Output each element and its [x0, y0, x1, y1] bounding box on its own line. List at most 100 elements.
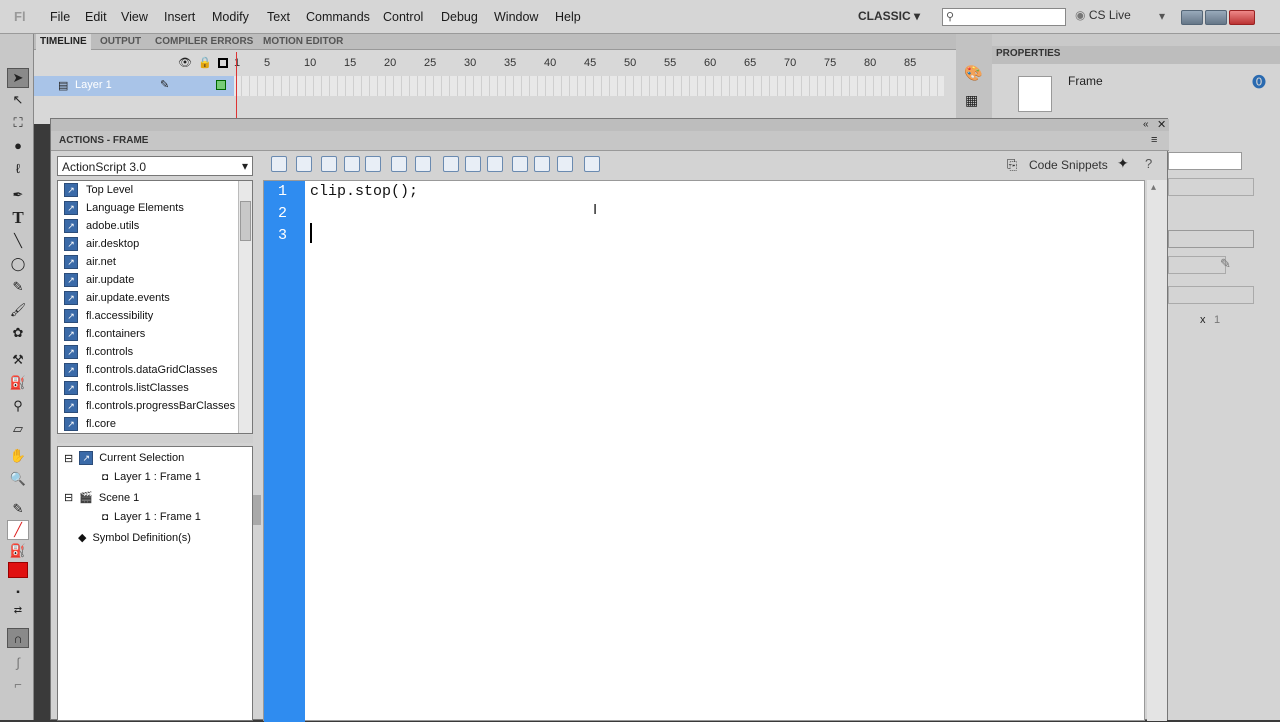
list-item[interactable]: ↗ fl.controls.progressBarClasses: [64, 397, 235, 415]
list-item[interactable]: ↗ air.update: [64, 271, 134, 289]
eyedropper-icon[interactable]: ⚲: [7, 396, 29, 416]
restore-button[interactable]: [1205, 10, 1227, 25]
tree-node-scene[interactable]: ⊟ 🎬 Scene 1: [64, 491, 139, 505]
menu-modify[interactable]: Modify: [212, 10, 249, 24]
code-snippets-button[interactable]: Code Snippets: [1029, 158, 1108, 172]
splitter-handle[interactable]: [57, 435, 253, 443]
menu-control[interactable]: Control: [383, 10, 423, 24]
list-item[interactable]: ↗ fl.accessibility: [64, 307, 153, 325]
panel-menu-icon[interactable]: ≡: [1151, 134, 1157, 146]
pen-tool-icon[interactable]: ✒: [7, 185, 29, 205]
list-item[interactable]: ↗ fl.controls: [64, 343, 133, 361]
search-input[interactable]: ⚲: [942, 8, 1066, 26]
menu-edit[interactable]: Edit: [85, 10, 107, 24]
tree-node-frame[interactable]: ◘ Layer 1 : Frame 1: [102, 511, 201, 523]
cs-live-button[interactable]: ◉ CS Live: [1075, 8, 1131, 22]
frame-name-input[interactable]: [1168, 152, 1242, 170]
bone-tool-icon[interactable]: ⚒: [7, 350, 29, 370]
swap-colors-icon[interactable]: ⇄: [7, 600, 29, 620]
tab-properties[interactable]: PROPERTIES: [996, 48, 1060, 59]
layer-row[interactable]: ▤ Layer 1 ✎: [34, 76, 234, 96]
sound-dropdown[interactable]: [1168, 230, 1254, 248]
block-comment-icon[interactable]: [512, 156, 528, 172]
debug-options-icon[interactable]: [415, 156, 431, 172]
sync-dropdown[interactable]: [1168, 286, 1254, 304]
pane-collapse-handle[interactable]: [253, 495, 261, 525]
lock-icon[interactable]: 🔒: [198, 56, 212, 69]
menu-text[interactable]: Text: [267, 10, 290, 24]
list-item[interactable]: ↗ fl.controls.dataGridClasses: [64, 361, 217, 379]
selection-tool-icon[interactable]: ➤: [7, 68, 29, 88]
stroke-color-icon[interactable]: ✎: [7, 499, 29, 519]
list-item[interactable]: ↗ adobe.utils: [64, 217, 139, 235]
add-statement-icon[interactable]: [271, 156, 287, 172]
expand-all-icon[interactable]: [487, 156, 503, 172]
fill-swatch[interactable]: [8, 562, 28, 578]
color-palette-icon[interactable]: 🎨: [964, 64, 983, 82]
straighten-icon[interactable]: ⌐: [7, 674, 29, 694]
list-item[interactable]: ↗ fl.containers: [64, 325, 145, 343]
list-item[interactable]: ↗ air.net: [64, 253, 116, 271]
code-assist-wand-icon[interactable]: ✦: [1117, 155, 1129, 172]
frame-ruler[interactable]: 1 5 10 15 20 25 30 35 40 45 50 55 60 65 …: [234, 52, 954, 74]
chevron-down-icon[interactable]: ▾: [1159, 9, 1165, 23]
tree-node-current-selection[interactable]: ⊟ ↗ Current Selection: [64, 451, 184, 465]
code-line[interactable]: clip.stop();: [310, 183, 418, 200]
frame-row[interactable]: [234, 76, 944, 96]
menu-file[interactable]: File: [50, 10, 70, 24]
list-item[interactable]: ↗ air.update.events: [64, 289, 170, 307]
x-value[interactable]: 1: [1214, 314, 1220, 326]
collapse-selection-icon[interactable]: [465, 156, 481, 172]
close-button[interactable]: [1229, 10, 1255, 25]
collapse-between-braces-icon[interactable]: [443, 156, 459, 172]
pencil-tool-icon[interactable]: ✎: [7, 277, 29, 297]
edit-pencil-icon[interactable]: ✎: [1220, 256, 1231, 272]
tab-timeline[interactable]: TIMELINE: [36, 34, 91, 50]
effect-dropdown[interactable]: [1168, 256, 1226, 274]
tree-node-frame[interactable]: ◘ Layer 1 : Frame 1: [102, 471, 201, 483]
list-item[interactable]: ↗ Top Level: [64, 181, 133, 199]
collapse-icon[interactable]: «: [1143, 119, 1149, 130]
check-syntax-icon[interactable]: [344, 156, 360, 172]
auto-format-icon[interactable]: [365, 156, 381, 172]
code-hint-icon[interactable]: [391, 156, 407, 172]
collapse-icon[interactable]: ⊟: [64, 452, 73, 465]
help-icon[interactable]: ⓿: [1252, 72, 1266, 92]
code-snippets-icon[interactable]: ⎘: [1007, 157, 1017, 173]
3d-rotation-icon[interactable]: ●: [7, 135, 29, 155]
script-editor[interactable]: 1 2 3 clip.stop(); I: [263, 180, 1145, 722]
eraser-icon[interactable]: ▱: [7, 419, 29, 439]
zoom-tool-icon[interactable]: 🔍: [7, 469, 29, 489]
deco-tool-icon[interactable]: ✿: [7, 323, 29, 343]
line-tool-icon[interactable]: ╲: [7, 231, 29, 251]
hand-tool-icon[interactable]: ✋: [7, 446, 29, 466]
free-transform-icon[interactable]: ⛶: [7, 113, 29, 133]
tab-motion-editor[interactable]: MOTION EDITOR: [263, 36, 343, 47]
collapse-icon[interactable]: ⊟: [64, 491, 73, 504]
text-tool-icon[interactable]: T: [7, 208, 29, 228]
line-comment-icon[interactable]: [534, 156, 550, 172]
remove-comment-icon[interactable]: [557, 156, 573, 172]
stroke-swatch[interactable]: ╱: [7, 520, 29, 540]
outline-icon[interactable]: [218, 58, 228, 68]
find-icon[interactable]: [296, 156, 312, 172]
show-hide-toolbox-icon[interactable]: [584, 156, 600, 172]
workspace-switcher[interactable]: CLASSIC ▾: [858, 9, 920, 23]
fill-color-icon[interactable]: ⛽: [7, 541, 29, 561]
align-icon[interactable]: ▦: [965, 92, 978, 109]
subselection-tool-icon[interactable]: ↖: [7, 90, 29, 110]
menu-help[interactable]: Help: [555, 10, 581, 24]
menu-commands[interactable]: Commands: [306, 10, 370, 24]
snap-magnet-icon[interactable]: ∩: [7, 628, 29, 648]
scroll-thumb[interactable]: [240, 201, 251, 241]
lasso-icon[interactable]: ℓ: [7, 158, 29, 178]
menu-debug[interactable]: Debug: [441, 10, 478, 24]
toolbox-scrollbar[interactable]: [238, 181, 252, 433]
minimize-button[interactable]: [1181, 10, 1203, 25]
smooth-icon[interactable]: ∫: [7, 652, 29, 672]
paint-bucket-icon[interactable]: ⛽: [7, 373, 29, 393]
editor-scrollbar[interactable]: ▴: [1147, 180, 1167, 721]
close-icon[interactable]: ✕: [1157, 118, 1166, 131]
brush-tool-icon[interactable]: 🖌: [7, 300, 29, 320]
list-item[interactable]: ↗ fl.controls.listClasses: [64, 379, 189, 397]
